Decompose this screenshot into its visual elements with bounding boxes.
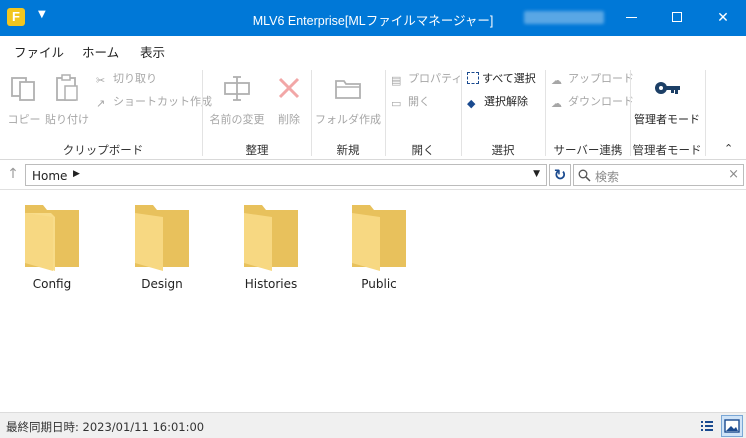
new-folder-icon bbox=[335, 80, 361, 99]
admin-mode-button[interactable]: 管理者モード bbox=[633, 72, 701, 127]
scissors-icon: ✂ bbox=[96, 74, 106, 87]
paste-icon bbox=[56, 74, 78, 101]
file-list: Config Design Histories Public bbox=[0, 191, 746, 412]
search-icon bbox=[578, 169, 591, 182]
download-label: ダウンロード bbox=[568, 95, 634, 108]
cloud-upload-icon: ☁ bbox=[551, 74, 562, 87]
select-group-label: 選択 bbox=[491, 143, 515, 157]
folder-name: Public bbox=[361, 277, 397, 291]
organize-group-label: 整理 bbox=[245, 143, 269, 157]
delete-button[interactable]: 削除 bbox=[272, 72, 306, 127]
minimize-button[interactable] bbox=[608, 0, 654, 36]
clipboard-group-label: クリップボード bbox=[62, 143, 144, 157]
copy-icon bbox=[11, 77, 35, 101]
path-dropdown-icon[interactable]: ▼ bbox=[533, 169, 540, 179]
folder-name: Histories bbox=[244, 277, 298, 291]
properties-button[interactable]: ▤ プロパティ bbox=[391, 70, 462, 88]
folder-icon bbox=[244, 205, 298, 271]
up-arrow-icon[interactable]: ↑ bbox=[4, 166, 22, 184]
admin-group-label: 管理者モード bbox=[632, 143, 702, 157]
rename-icon bbox=[224, 76, 250, 101]
refresh-button[interactable]: ↻ bbox=[549, 164, 571, 186]
folder-name: Config bbox=[32, 277, 72, 291]
path-separator-icon[interactable]: ▶ bbox=[73, 169, 80, 179]
blurred-username bbox=[524, 11, 604, 24]
tab-home[interactable]: ホーム bbox=[82, 42, 120, 66]
properties-label: プロパティ bbox=[408, 72, 463, 85]
admin-mode-label: 管理者モード bbox=[634, 113, 700, 126]
copy-button[interactable]: コピー bbox=[6, 72, 42, 127]
shortcut-button[interactable]: ↗ ショートカット作成 bbox=[96, 93, 212, 111]
rename-button[interactable]: 名前の変更 bbox=[206, 72, 268, 127]
ribbon: コピー 貼り付け ✂ 切り取り ↗ ショートカット作成 クリップボード 名前の変更 … bbox=[0, 64, 746, 160]
search-placeholder: 検索 bbox=[595, 170, 620, 184]
eraser-icon: ◆ bbox=[467, 97, 476, 110]
address-bar: ↑ Home ▶ ▼ ↻ 検索 × bbox=[0, 160, 746, 190]
group-divider bbox=[202, 70, 203, 156]
download-button[interactable]: ☁ ダウンロード bbox=[551, 93, 634, 111]
ribbon-tabs: ファイル ホーム 表示 bbox=[0, 36, 746, 66]
deselect-button[interactable]: ◆ 選択解除 bbox=[467, 93, 528, 111]
delete-x-icon bbox=[278, 77, 300, 99]
folder-icon bbox=[25, 205, 79, 271]
paste-button[interactable]: 貼り付け bbox=[44, 72, 90, 127]
upload-label: アップロード bbox=[568, 72, 634, 85]
new-group-label: 新規 bbox=[336, 143, 360, 157]
select-all-icon bbox=[467, 72, 479, 84]
cut-label: 切り取り bbox=[113, 72, 157, 85]
large-icons-view-button[interactable] bbox=[721, 415, 743, 437]
folder-item[interactable]: Design bbox=[112, 201, 212, 291]
folder-icon bbox=[135, 205, 189, 271]
close-button[interactable]: ✕ bbox=[700, 0, 746, 36]
delete-label: 削除 bbox=[278, 113, 300, 126]
path-text: Home bbox=[32, 169, 68, 183]
open-folder-icon: ▭ bbox=[391, 97, 402, 110]
status-bar: 最終同期日時: 2023/01/11 16:01:00 bbox=[0, 412, 746, 438]
title-bar: F ▼ MLV6 Enterprise[MLファイルマネージャー] ✕ bbox=[0, 0, 746, 36]
select-all-label: すべて選択 bbox=[482, 72, 536, 85]
collapse-ribbon-icon[interactable]: ⌃ bbox=[724, 142, 733, 155]
new-folder-button[interactable]: フォルダ作成 bbox=[314, 72, 382, 127]
server-group-label: サーバー連携 bbox=[553, 143, 623, 157]
shortcut-icon: ↗ bbox=[96, 97, 106, 110]
details-view-icon[interactable] bbox=[698, 417, 716, 435]
paste-label: 貼り付け bbox=[45, 113, 89, 126]
tab-view[interactable]: 表示 bbox=[140, 42, 165, 61]
folder-item[interactable]: Public bbox=[329, 201, 429, 291]
properties-icon: ▤ bbox=[391, 74, 402, 87]
folder-item[interactable]: Config bbox=[2, 201, 102, 291]
tab-file[interactable]: ファイル bbox=[14, 42, 64, 61]
search-input[interactable]: 検索 × bbox=[573, 164, 744, 186]
last-sync-text: 最終同期日時: 2023/01/11 16:01:00 bbox=[6, 420, 205, 434]
select-all-button[interactable]: すべて選択 bbox=[467, 70, 536, 88]
group-divider bbox=[705, 70, 706, 156]
folder-item[interactable]: Histories bbox=[221, 201, 321, 291]
clear-search-icon[interactable]: × bbox=[728, 167, 739, 182]
cloud-download-icon: ☁ bbox=[551, 97, 562, 110]
picture-icon bbox=[724, 419, 740, 433]
key-icon bbox=[655, 82, 680, 94]
copy-label: コピー bbox=[7, 113, 41, 126]
maximize-button[interactable] bbox=[654, 0, 700, 36]
path-box[interactable]: Home ▶ ▼ bbox=[25, 164, 547, 186]
upload-button[interactable]: ☁ アップロード bbox=[551, 70, 634, 88]
open-label: 開く bbox=[408, 95, 430, 108]
cut-button[interactable]: ✂ 切り取り bbox=[96, 70, 157, 88]
folder-icon bbox=[352, 205, 406, 271]
folder-name: Design bbox=[141, 277, 183, 291]
new-folder-label: フォルダ作成 bbox=[315, 113, 381, 126]
shortcut-label: ショートカット作成 bbox=[113, 95, 212, 108]
rename-label: 名前の変更 bbox=[209, 113, 265, 126]
open-button[interactable]: ▭ 開く bbox=[391, 93, 430, 111]
open-group-label: 開く bbox=[411, 143, 435, 157]
deselect-label: 選択解除 bbox=[484, 95, 528, 108]
